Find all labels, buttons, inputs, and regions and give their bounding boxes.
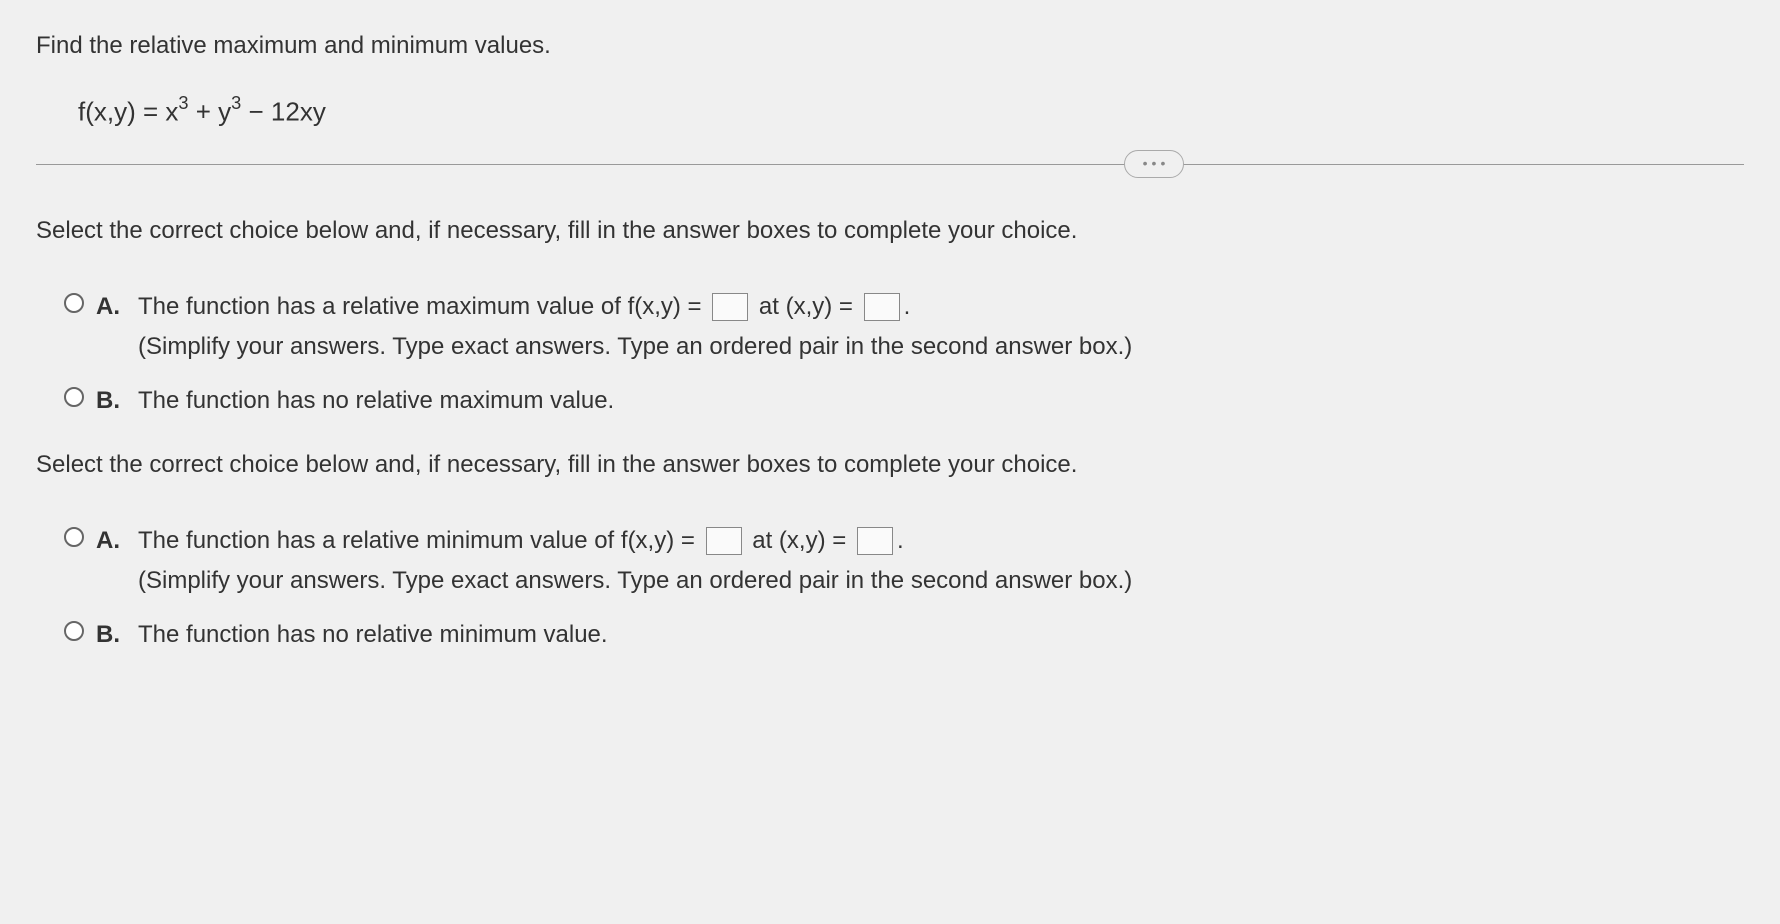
instruction-part1: Select the correct choice below and, if … — [36, 213, 1744, 249]
answer-box-min-point[interactable] — [857, 527, 893, 555]
exponent-1: 3 — [178, 93, 188, 113]
choice-letter-a-2: A. — [96, 523, 122, 559]
choice-part1-b: B. The function has no relative maximum … — [64, 379, 1744, 419]
radio-part2-b[interactable] — [64, 621, 84, 641]
answer-box-max-point[interactable] — [864, 293, 900, 321]
divider-container: ••• — [36, 164, 1744, 165]
hint-p2a: (Simplify your answers. Type exact answe… — [138, 563, 1744, 599]
choice-part1-a: A. The function has a relative maximum v… — [64, 285, 1744, 365]
exponent-2: 3 — [231, 93, 241, 113]
hint-p1a: (Simplify your answers. Type exact answe… — [138, 329, 1744, 365]
text-after-p1a: . — [904, 293, 911, 320]
choice-text-part1-b: The function has no relative maximum val… — [138, 383, 1744, 419]
text-between-p1a: at (x,y) = — [752, 293, 859, 320]
more-button[interactable]: ••• — [1124, 150, 1184, 178]
choice-letter-b: B. — [96, 383, 122, 419]
formula: f(x,y) = x3 + y3 − 12xy — [78, 92, 1744, 132]
choice-letter-a: A. — [96, 289, 122, 325]
choice-part2-a: A. The function has a relative minimum v… — [64, 519, 1744, 599]
formula-part-2: + y — [189, 97, 232, 127]
radio-part1-b[interactable] — [64, 387, 84, 407]
radio-part1-a[interactable] — [64, 293, 84, 313]
radio-part2-a[interactable] — [64, 527, 84, 547]
question-prompt: Find the relative maximum and minimum va… — [36, 28, 1744, 64]
choice-letter-b-2: B. — [96, 617, 122, 653]
formula-part-1: f(x,y) = x — [78, 97, 178, 127]
instruction-part2: Select the correct choice below and, if … — [36, 447, 1744, 483]
choice-text-part1-a: The function has a relative maximum valu… — [138, 289, 1744, 365]
text-before-box1-p1a: The function has a relative maximum valu… — [138, 293, 708, 320]
divider-line — [36, 164, 1744, 165]
text-before-box1-p2a: The function has a relative minimum valu… — [138, 527, 702, 554]
answer-box-min-value[interactable] — [706, 527, 742, 555]
choice-text-part2-a: The function has a relative minimum valu… — [138, 523, 1744, 599]
text-after-p2a: . — [897, 527, 904, 554]
choice-part2-b: B. The function has no relative minimum … — [64, 613, 1744, 653]
formula-part-3: − 12xy — [241, 97, 326, 127]
answer-box-max-value[interactable] — [712, 293, 748, 321]
choice-text-part2-b: The function has no relative minimum val… — [138, 617, 1744, 653]
text-between-p2a: at (x,y) = — [746, 527, 853, 554]
